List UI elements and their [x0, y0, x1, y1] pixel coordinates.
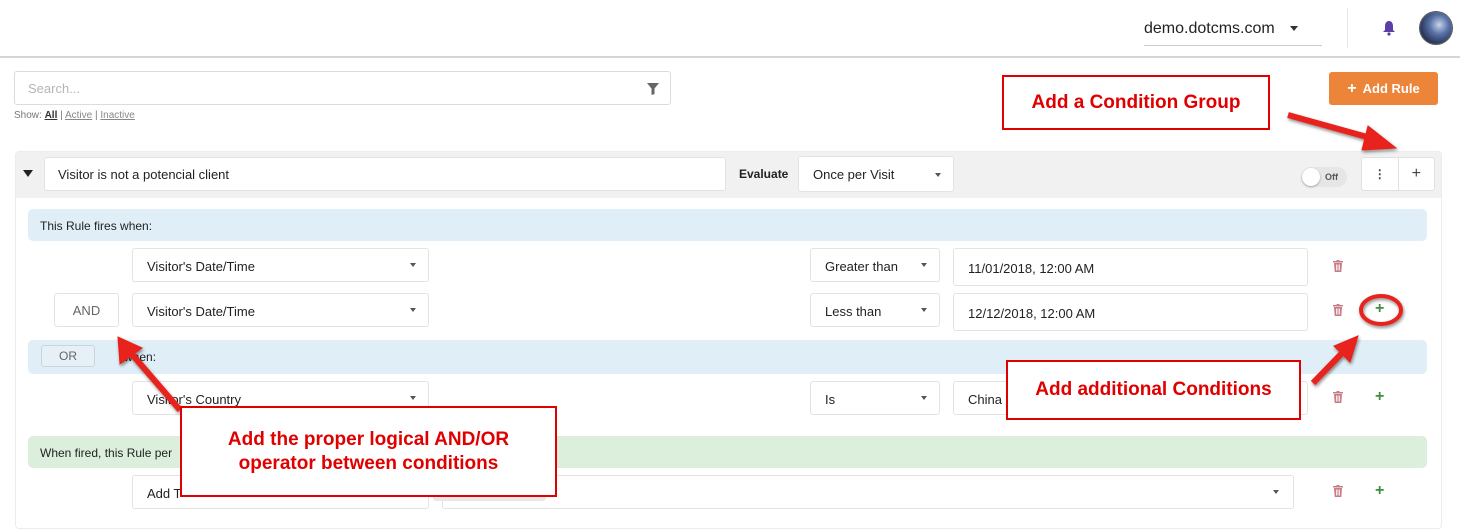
callout-condition-group: Add a Condition Group [1002, 75, 1270, 130]
add-rule-button[interactable]: + Add Rule [1329, 72, 1438, 105]
condition-type-select[interactable]: Visitor's Date/Time [132, 248, 429, 282]
logical-operator-and-button[interactable]: AND [54, 293, 119, 327]
user-avatar[interactable] [1420, 12, 1452, 44]
conditions-header-text: This Rule fires when: [40, 219, 153, 233]
callout-text: Add a Condition Group [1031, 91, 1241, 113]
action-type-value: Add T [147, 486, 182, 501]
show-all-link[interactable]: All [45, 110, 58, 121]
caret-down-icon [1273, 490, 1279, 494]
show-filter: Show: All | Active | Inactive [14, 110, 135, 121]
top-bar: demo.dotcms.com [0, 0, 1460, 58]
action-value-select[interactable] [442, 475, 1294, 509]
rule-name-input[interactable]: Visitor is not a potencial client [44, 157, 726, 191]
condition-type-select[interactable]: Visitor's Date/Time [132, 293, 429, 327]
trash-icon[interactable] [1333, 391, 1343, 403]
collapse-toggle-icon[interactable] [23, 170, 33, 177]
condition-type-value: Visitor's Country [147, 392, 241, 407]
evaluate-label: Evaluate [739, 167, 789, 181]
comparison-select[interactable]: Is [810, 381, 940, 415]
rule-header: Visitor is not a potencial client Evalua… [16, 152, 1441, 198]
show-label: Show: [14, 110, 42, 121]
more-options-button[interactable]: ⋮ [1362, 158, 1399, 190]
callout-additional-conditions: Add additional Conditions [1006, 360, 1301, 420]
show-inactive-link[interactable]: Inactive [100, 110, 134, 121]
caret-down-icon [1290, 26, 1298, 31]
comparison-select[interactable]: Greater than [810, 248, 940, 282]
trash-icon[interactable] [1333, 304, 1343, 316]
plus-icon: + [1411, 165, 1421, 182]
evaluate-value: Once per Visit [813, 167, 895, 182]
callout-text: Add additional Conditions [1035, 379, 1272, 400]
callout-logical-operator: Add the proper logical AND/OR operator b… [180, 406, 557, 497]
logical-operator-or-button[interactable]: OR [41, 345, 95, 367]
bell-icon[interactable] [1382, 20, 1396, 36]
site-name: demo.dotcms.com [1144, 20, 1275, 37]
trash-icon[interactable] [1333, 485, 1343, 497]
search-input[interactable] [15, 72, 615, 104]
add-rule-label: Add Rule [1362, 81, 1420, 96]
vertical-dots-icon: ⋮ [1373, 167, 1386, 181]
caret-down-icon [410, 263, 416, 267]
actions-header-text: When fired, this Rule per [40, 446, 173, 460]
divider [1347, 8, 1348, 48]
show-active-link[interactable]: Active [65, 110, 92, 121]
group-header-text: when: [124, 350, 157, 364]
filter-icon[interactable] [647, 83, 659, 95]
condition-type-value: Visitor's Date/Time [147, 304, 255, 319]
arrowhead-add-group [1361, 125, 1398, 151]
rule-enabled-toggle[interactable]: Off [1301, 167, 1347, 187]
condition-value-input[interactable]: 11/01/2018, 12:00 AM [953, 248, 1308, 286]
plus-icon: + [1347, 79, 1357, 97]
comparison-select[interactable]: Less than [810, 293, 940, 327]
callout-text-line2: operator between conditions [238, 452, 499, 474]
trash-icon[interactable] [1333, 260, 1343, 272]
condition-value-input[interactable]: 12/12/2018, 12:00 AM [953, 293, 1308, 331]
caret-down-icon [921, 308, 927, 312]
callout-text-line1: Add the proper logical AND/OR [227, 428, 510, 450]
condition-type-value: Visitor's Date/Time [147, 259, 255, 274]
caret-down-icon [410, 396, 416, 400]
add-action-button[interactable]: + [1375, 483, 1384, 499]
search-box [14, 71, 671, 105]
arrow-to-add-group [1287, 112, 1379, 143]
comparison-value: Is [825, 392, 836, 407]
rule-actions-group: ⋮ + [1361, 157, 1435, 191]
add-condition-group-button[interactable]: + [1399, 158, 1435, 190]
caret-down-icon [921, 396, 927, 400]
evaluate-select[interactable]: Once per Visit [798, 156, 954, 192]
comparison-value: Greater than [825, 259, 898, 274]
caret-down-icon [410, 308, 416, 312]
add-condition-button[interactable]: + [1375, 389, 1384, 405]
toggle-label: Off [1325, 172, 1338, 182]
add-condition-button[interactable]: + [1375, 301, 1384, 317]
site-selector[interactable]: demo.dotcms.com [1144, 12, 1322, 46]
toggle-knob [1302, 168, 1320, 186]
comparison-value: Less than [825, 304, 882, 319]
caret-down-icon [935, 173, 941, 177]
conditions-header: This Rule fires when: [28, 209, 1427, 241]
caret-down-icon [921, 263, 927, 267]
